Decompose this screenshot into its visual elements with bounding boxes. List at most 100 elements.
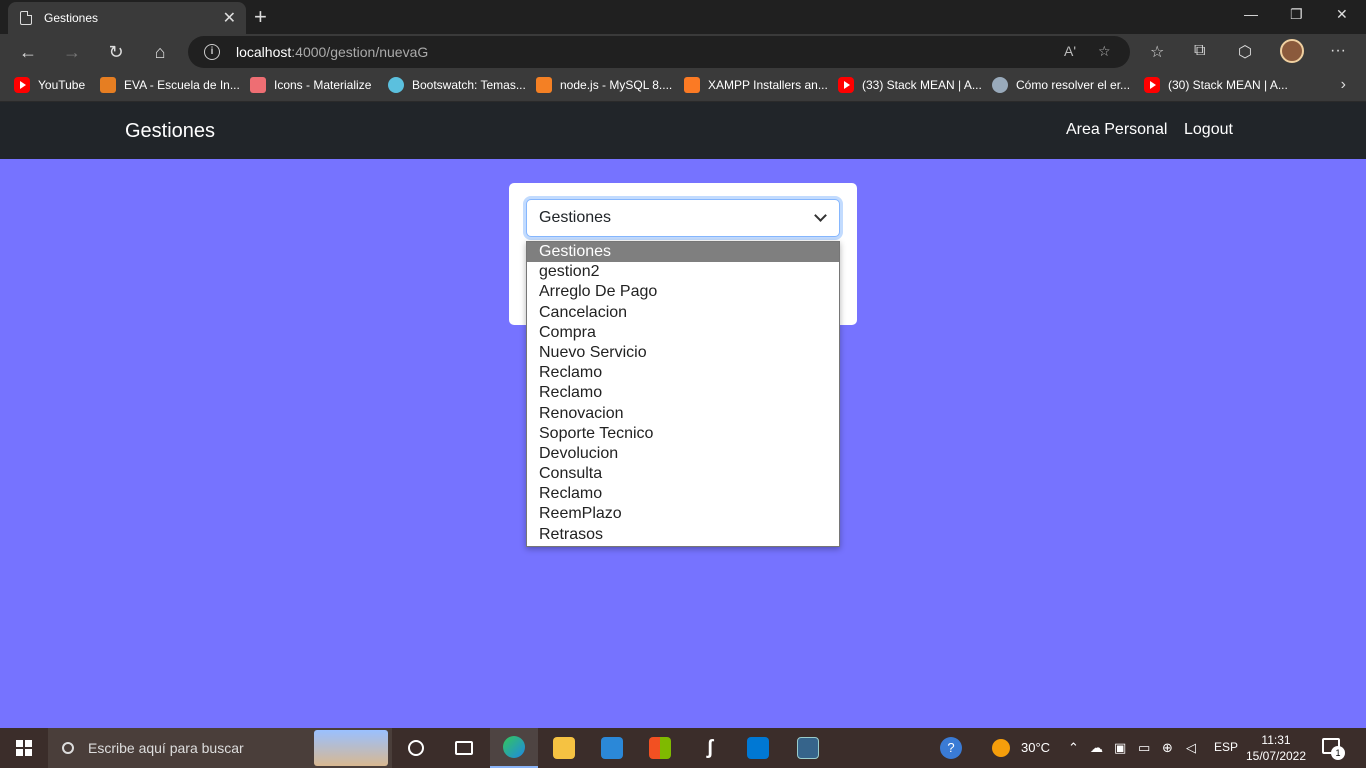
bookmark-label: (30) Stack MEAN | A... xyxy=(1168,78,1288,92)
select-option[interactable]: Consulta xyxy=(527,464,839,484)
restore-icon[interactable]: ❐ xyxy=(1290,6,1303,23)
select-option[interactable]: Compra xyxy=(527,323,839,343)
store-icon[interactable] xyxy=(636,728,684,768)
select-option[interactable]: Gestiones xyxy=(527,242,839,263)
app-navbar: Gestiones Area Personal Logout xyxy=(0,102,1366,159)
materialize-icon xyxy=(250,77,266,93)
reload-icon[interactable]: ↻ xyxy=(102,39,130,65)
extensions-icon[interactable]: ⬡ xyxy=(1238,42,1252,62)
address-bar[interactable]: i localhost:4000/gestion/nuevaG Aʹ ☆ xyxy=(188,36,1130,68)
device-icon[interactable]: ▣ xyxy=(1114,740,1126,756)
temperature[interactable]: 30°C xyxy=(1021,740,1050,755)
select-option[interactable]: Soporte Tecnico xyxy=(527,424,839,444)
bookmark-item[interactable]: Cómo resolver el er... xyxy=(992,77,1130,93)
new-tab-button[interactable]: + xyxy=(254,4,267,30)
add-favorite-icon[interactable]: ☆ xyxy=(1098,43,1111,60)
eva-icon xyxy=(100,77,116,93)
gestion-select[interactable]: Gestiones xyxy=(526,199,840,237)
browser-tab-strip: Gestiones ✕ + — ❐ ✕ xyxy=(0,0,1366,34)
select-option[interactable]: Devolucion xyxy=(527,444,839,464)
bookmark-item[interactable]: EVA - Escuela de In... xyxy=(100,77,240,93)
select-dropdown-list: Gestiones gestion2 Arreglo De Pago Cance… xyxy=(526,241,840,547)
mysql-workbench-icon[interactable] xyxy=(784,728,832,768)
gear-icon xyxy=(992,77,1008,93)
taskbar-search[interactable]: Escribe aquí para buscar xyxy=(48,728,392,768)
minimize-icon[interactable]: — xyxy=(1244,6,1258,22)
forward-icon[interactable]: → xyxy=(58,39,86,65)
read-aloud-icon[interactable]: Aʹ xyxy=(1064,43,1076,59)
notification-count: 1 xyxy=(1331,746,1345,760)
nav-link-logout[interactable]: Logout xyxy=(1184,121,1233,139)
url-host: localhost xyxy=(236,44,292,60)
bookmark-label: XAMPP Installers an... xyxy=(708,78,828,92)
bookmark-label: YouTube xyxy=(38,78,86,92)
collections-icon[interactable]: ⧉ xyxy=(1194,42,1205,60)
favorites-icon[interactable]: ☆ xyxy=(1150,42,1164,62)
bookmark-label: Cómo resolver el er... xyxy=(1016,78,1131,92)
task-view-icon[interactable] xyxy=(440,728,488,768)
weather-sun-icon[interactable] xyxy=(992,739,1010,757)
bookmark-item[interactable]: (30) Stack MEAN | A... xyxy=(1144,77,1288,93)
vscode-icon[interactable] xyxy=(734,728,782,768)
bookmarks-bar: YouTube EVA - Escuela de In... Icons - M… xyxy=(0,70,1366,102)
bookmark-label: Bootswatch: Temas... xyxy=(412,78,526,92)
profile-avatar[interactable] xyxy=(1280,39,1304,63)
search-icon xyxy=(62,742,74,754)
back-icon[interactable]: ← xyxy=(14,39,42,65)
volume-icon[interactable]: ◁ xyxy=(1186,740,1196,756)
home-icon[interactable]: ⌂ xyxy=(146,39,174,65)
navbar-brand[interactable]: Gestiones xyxy=(125,120,215,143)
browser-tab[interactable]: Gestiones ✕ xyxy=(8,2,246,34)
battery-icon[interactable]: ▭ xyxy=(1138,740,1150,756)
select-option[interactable]: Renovacion xyxy=(527,404,839,424)
clock[interactable]: 11:31 15/07/2022 xyxy=(1244,732,1308,764)
browser-toolbar: ← → ↻ ⌂ i localhost:4000/gestion/nuevaG … xyxy=(0,34,1366,70)
select-option[interactable]: Retrasos xyxy=(527,525,839,545)
cortana-icon[interactable] xyxy=(392,728,440,768)
select-option[interactable]: gestion2 xyxy=(527,262,839,282)
select-option[interactable]: Reclamo xyxy=(527,383,839,403)
bookmark-label: Icons - Materialize xyxy=(274,78,372,92)
select-option[interactable]: ReemPlazo xyxy=(527,504,839,524)
site-info-icon[interactable]: i xyxy=(204,44,220,60)
onedrive-icon[interactable]: ☁ xyxy=(1090,740,1103,756)
taskbar-search-placeholder: Escribe aquí para buscar xyxy=(88,740,244,756)
youtube-icon xyxy=(1144,77,1160,93)
sourcetree-icon[interactable]: ʃ xyxy=(686,728,734,768)
select-value: Gestiones xyxy=(539,209,612,226)
bookmark-item[interactable]: XAMPP Installers an... xyxy=(684,77,828,93)
nav-link-area-personal[interactable]: Area Personal xyxy=(1066,121,1167,139)
bookmark-item[interactable]: Bootswatch: Temas... xyxy=(388,77,526,93)
chevron-right-icon[interactable]: › xyxy=(1341,76,1346,94)
clock-time: 11:31 xyxy=(1261,733,1291,747)
bookmark-label: node.js - MySQL 8.... xyxy=(560,78,673,92)
bootswatch-icon xyxy=(388,77,404,93)
youtube-icon xyxy=(838,77,854,93)
chevron-up-icon[interactable]: ⌃ xyxy=(1068,740,1079,756)
select-option[interactable]: Cancelacion xyxy=(527,303,839,323)
bookmark-item[interactable]: Icons - Materialize xyxy=(250,77,371,93)
bookmark-item[interactable]: (33) Stack MEAN | A... xyxy=(838,77,982,93)
more-menu-icon[interactable]: ··· xyxy=(1330,42,1346,60)
edge-taskbar-icon[interactable] xyxy=(490,728,538,768)
page-icon xyxy=(20,11,32,25)
file-explorer-icon[interactable] xyxy=(540,728,588,768)
network-icon[interactable]: ⊕ xyxy=(1162,740,1173,756)
tab-close-icon[interactable]: ✕ xyxy=(223,8,236,28)
select-option[interactable]: Reclamo xyxy=(527,484,839,504)
mail-icon[interactable] xyxy=(588,728,636,768)
bookmark-item[interactable]: YouTube xyxy=(14,77,85,93)
youtube-icon xyxy=(14,77,30,93)
select-option[interactable]: Reclamo xyxy=(527,363,839,383)
search-highlight-image xyxy=(314,730,388,766)
select-option[interactable]: Arreglo De Pago xyxy=(527,282,839,302)
language-indicator[interactable]: ESP xyxy=(1214,740,1238,754)
help-icon[interactable]: ? xyxy=(940,737,962,759)
windows-start-icon[interactable] xyxy=(16,740,32,756)
select-option[interactable]: Nuevo Servicio xyxy=(527,343,839,363)
bookmark-item[interactable]: node.js - MySQL 8.... xyxy=(536,77,672,93)
close-window-icon[interactable]: ✕ xyxy=(1336,6,1348,23)
xampp-icon xyxy=(684,77,700,93)
windows-taskbar: Escribe aquí para buscar ʃ ? 30°C ⌃ ☁ ▣ … xyxy=(0,728,1366,768)
bookmark-label: (33) Stack MEAN | A... xyxy=(862,78,982,92)
